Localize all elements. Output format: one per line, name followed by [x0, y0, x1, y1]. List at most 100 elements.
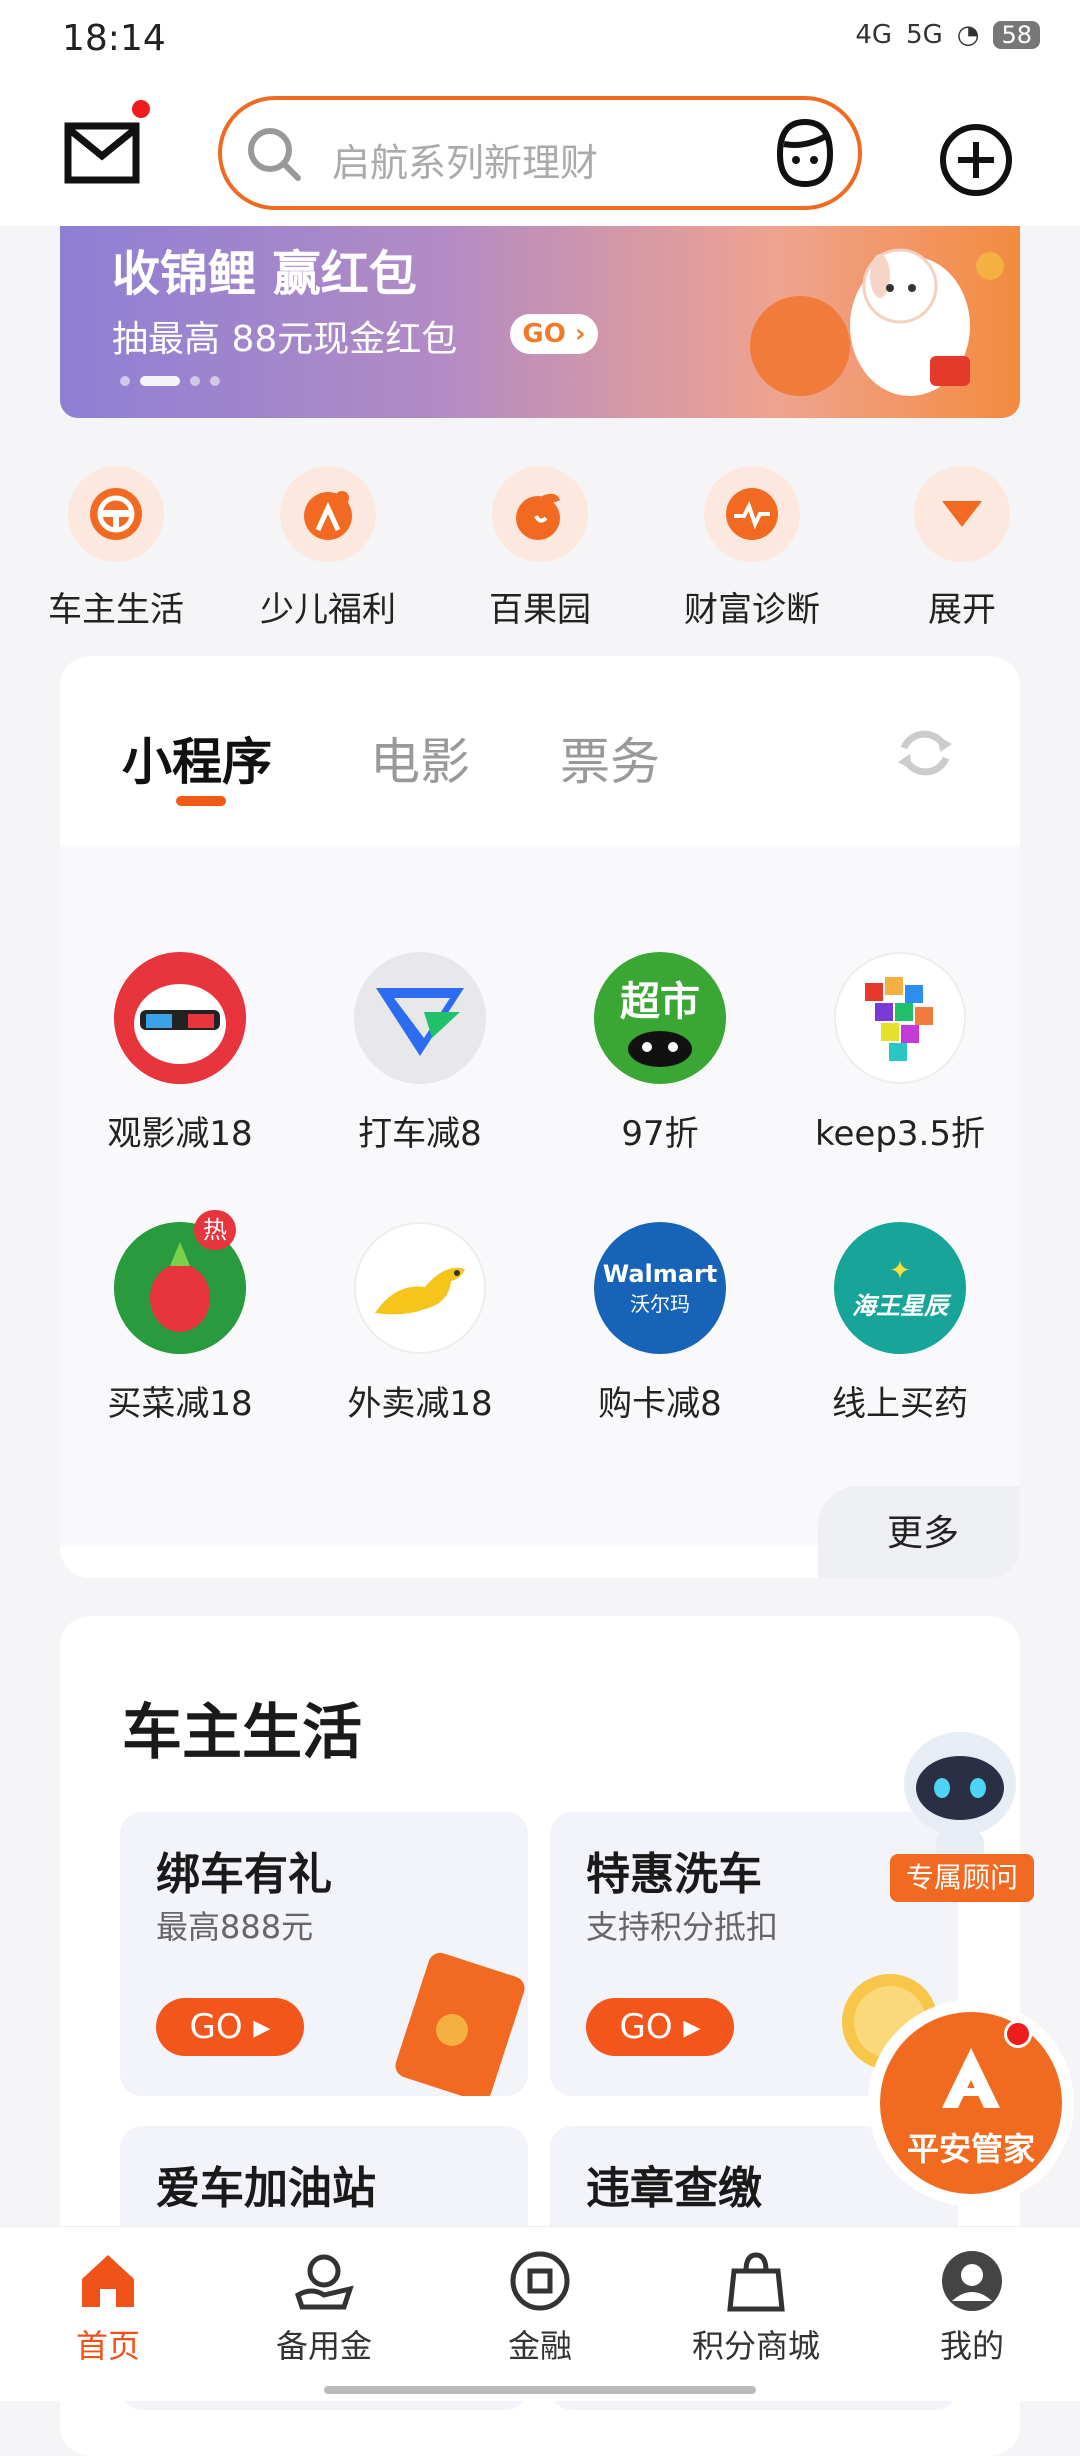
tile-go-button[interactable]: GO ▸ [156, 1998, 304, 2056]
steering-wheel-icon [68, 466, 164, 562]
status-icons: 4G 5G ◔ 58 [855, 20, 1040, 50]
quick-nav-label: 车主生活 [48, 590, 184, 630]
ping-an-butler-button[interactable]: 平安管家 [880, 2012, 1062, 2194]
battery-level: 58 [993, 21, 1040, 49]
add-icon[interactable] [938, 122, 1014, 198]
mini-program-label: 打车减8 [358, 1114, 482, 1154]
mini-program-pharmacy[interactable]: ✦ 海王星辰 线上买药 [790, 1222, 1010, 1425]
go-label: GO [619, 2007, 673, 2047]
mini-program-label: 购卡减8 [598, 1384, 722, 1424]
supermarket-logo-text: 超市 [620, 979, 700, 1025]
quick-nav-car-life[interactable]: 车主生活 [26, 466, 206, 631]
top-header: 启航系列新理财 [0, 86, 1080, 226]
mini-program-movie[interactable]: 观影减18 [70, 952, 290, 1155]
keep-cubes-icon [834, 952, 966, 1084]
quick-nav-kids-benefit[interactable]: 少儿福利 [238, 466, 418, 631]
tile-title: 绑车有礼 [156, 1849, 332, 1900]
butler-logo-icon [942, 2048, 1000, 2108]
tile-title: 违章查缴 [586, 2163, 762, 2214]
taxi-logo-icon [354, 952, 486, 1084]
nav-points-mall[interactable]: 积分商城 [666, 2249, 846, 2367]
mini-program-label: 线上买药 [832, 1384, 968, 1424]
tab-movies[interactable]: 电影 [370, 722, 470, 794]
mini-program-keep[interactable]: keep3.5折 [790, 952, 1010, 1155]
notification-dot [132, 100, 150, 118]
wifi-icon: ◔ [956, 20, 980, 50]
movie-glasses-icon [114, 952, 246, 1084]
banner-title: 收锦鲤 赢红包 [112, 246, 417, 302]
tile-title: 爱车加油站 [156, 2163, 376, 2214]
mini-program-taxi[interactable]: 打车减8 [310, 952, 530, 1155]
mini-program-label: 外卖减18 [347, 1384, 493, 1424]
walmart-logo-subtext: 沃尔玛 [630, 1291, 690, 1316]
kangaroo-icon [354, 1222, 486, 1354]
notification-dot [1004, 2020, 1032, 2048]
banner-go-button[interactable]: GO › [510, 314, 598, 354]
quick-nav-label: 百果园 [489, 590, 591, 630]
network-4g-label: 4G [855, 20, 893, 50]
quick-nav-label: 展开 [928, 590, 996, 630]
nav-finance[interactable]: 金融 [450, 2249, 630, 2367]
search-placeholder: 启航系列新理财 [332, 141, 599, 185]
quick-nav-wealth-diagnosis[interactable]: 财富诊断 [662, 466, 842, 631]
page-dot [210, 376, 220, 386]
nav-label: 积分商城 [691, 2327, 820, 2365]
sparkle-icon: ✦ [889, 1255, 911, 1286]
tile-subtitle: 支持积分抵扣 [586, 1908, 779, 1946]
nav-profile[interactable]: 我的 [882, 2249, 1062, 2367]
pharmacy-logo-text: 海王星辰 [852, 1291, 948, 1320]
assistant-face-icon[interactable] [770, 114, 840, 192]
mail-icon[interactable] [64, 122, 140, 184]
nav-label: 我的 [939, 2327, 1004, 2365]
active-tab-indicator [176, 796, 226, 806]
home-icon [82, 2255, 134, 2307]
page-dot [190, 376, 200, 386]
page-dot-active [140, 376, 180, 386]
mini-program-walmart[interactable]: Walmart 沃尔玛 购卡减8 [550, 1222, 770, 1425]
mini-program-grocery[interactable]: 热 买菜减18 [70, 1210, 290, 1425]
profile-avatar-icon [942, 2251, 1002, 2311]
more-button[interactable]: 更多 [818, 1486, 1020, 1578]
shopping-bag-icon [727, 2252, 785, 2312]
nav-label: 首页 [75, 2327, 140, 2365]
promo-banner[interactable]: 收锦鲤 赢红包 抽最高 88元现金红包 GO › [60, 226, 1020, 418]
section-title: 车主生活 [122, 1698, 362, 1768]
search-input[interactable]: 启航系列新理财 [218, 96, 862, 210]
wealth-diagnosis-icon [704, 466, 800, 562]
refresh-icon[interactable] [894, 722, 956, 784]
search-icon [248, 128, 301, 181]
quick-nav-label: 财富诊断 [684, 590, 820, 630]
quick-nav-label: 少儿福利 [260, 590, 396, 630]
walmart-logo-text: Walmart [602, 1259, 718, 1288]
nav-home[interactable]: 首页 [18, 2249, 198, 2367]
advisor-label[interactable]: 专属顾问 [890, 1854, 1034, 1902]
bottom-navigation: 首页 备用金 金融 积分商城 我的 [0, 2226, 1080, 2401]
hand-coin-icon [294, 2254, 354, 2310]
quick-nav-fruit-garden[interactable]: 百果园 [450, 466, 630, 631]
car-tile-bind-car[interactable]: 绑车有礼 最高888元 GO ▸ [120, 1812, 528, 2096]
tile-go-button[interactable]: GO ▸ [586, 1998, 734, 2056]
quick-nav-expand[interactable]: 展开 [872, 466, 1052, 631]
banner-go-label: GO [522, 319, 566, 349]
child-icon [280, 466, 376, 562]
mini-program-label: keep3.5折 [815, 1114, 985, 1154]
go-label: GO [189, 2007, 243, 2047]
mini-program-label: 买菜减18 [107, 1384, 253, 1424]
tab-tickets[interactable]: 票务 [560, 722, 660, 794]
mini-program-label: 97折 [621, 1114, 699, 1154]
red-envelope-illustration [395, 1952, 525, 2096]
mini-program-takeout[interactable]: 外卖减18 [310, 1222, 530, 1425]
banner-subtitle: 抽最高 88元现金红包 [112, 319, 458, 360]
finance-coin-icon [510, 2251, 570, 2311]
expand-arrow-icon [914, 466, 1010, 562]
nav-reserve-fund[interactable]: 备用金 [234, 2249, 414, 2367]
mini-program-supermarket[interactable]: 超市 97折 [550, 952, 770, 1155]
network-5g-label: 5G [906, 20, 943, 50]
banner-pagination [120, 376, 220, 386]
butler-label: 平安管家 [906, 2130, 1035, 2168]
tile-subtitle: 最高888元 [156, 1908, 314, 1946]
walmart-icon: Walmart 沃尔玛 [594, 1222, 726, 1354]
status-time: 18:14 [62, 18, 166, 59]
home-indicator[interactable] [324, 2386, 756, 2394]
tab-mini-programs[interactable]: 小程序 [122, 722, 272, 794]
